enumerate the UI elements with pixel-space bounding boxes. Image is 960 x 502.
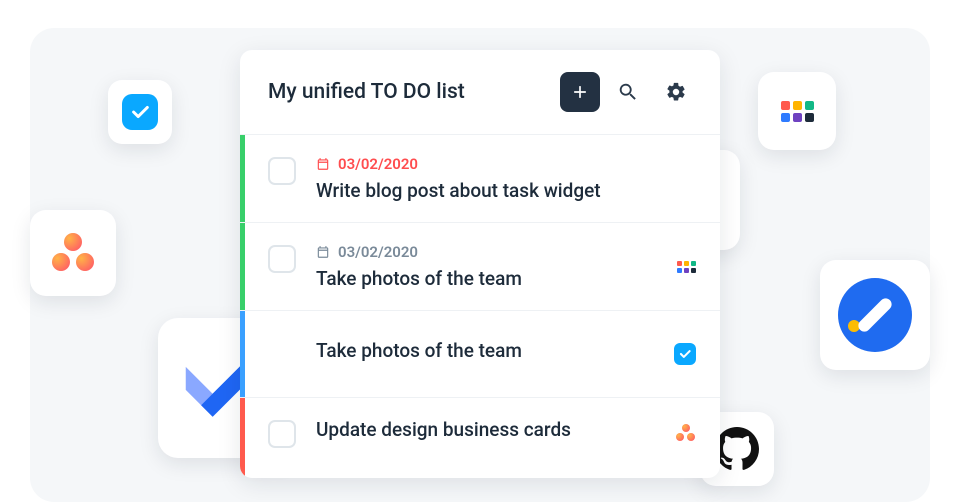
task-checkbox[interactable] [268, 157, 296, 185]
tile-google-tasks [820, 260, 930, 370]
task-row[interactable]: Take photos of the team [240, 311, 720, 398]
calendar-icon [316, 157, 330, 171]
task-title: Take photos of the team [316, 339, 674, 362]
task-row[interactable]: 03/02/2020 Take photos of the team [240, 223, 720, 311]
google-tasks-icon [838, 278, 912, 352]
task-date: 03/02/2020 [338, 155, 418, 173]
task-title: Update design business cards [316, 418, 676, 441]
add-task-button[interactable] [560, 72, 600, 112]
tile-asana [30, 210, 116, 296]
task-content: Update design business cards [316, 418, 676, 441]
tile-apps-grid [758, 72, 836, 150]
task-date: 03/02/2020 [338, 243, 418, 261]
apps-grid-icon [677, 261, 696, 273]
task-title: Write blog post about task widget [316, 179, 696, 202]
asana-icon [676, 424, 696, 442]
task-row[interactable]: Update design business cards [240, 398, 720, 478]
todo-widget: My unified TO DO list 03/02/2020 Write b… [240, 50, 720, 478]
search-icon [617, 81, 639, 103]
priority-bar [240, 135, 245, 222]
settings-button[interactable] [656, 72, 696, 112]
task-content: 03/02/2020 Write blog post about task wi… [316, 155, 696, 202]
plus-icon [570, 82, 590, 102]
task-checkbox[interactable] [268, 245, 296, 273]
task-row[interactable]: 03/02/2020 Write blog post about task wi… [240, 135, 720, 223]
priority-bar [240, 311, 245, 397]
ticktick-icon [674, 343, 696, 365]
calendar-icon [316, 245, 330, 259]
priority-bar [240, 398, 245, 478]
task-list: 03/02/2020 Write blog post about task wi… [240, 135, 720, 478]
asana-icon [52, 233, 94, 273]
task-checkbox[interactable] [268, 420, 296, 448]
widget-title: My unified TO DO list [268, 80, 552, 104]
tile-ticktick [108, 80, 172, 144]
task-title: Take photos of the team [316, 267, 677, 290]
source-badge [674, 343, 696, 365]
task-content: Take photos of the team [316, 339, 674, 362]
widget-header: My unified TO DO list [240, 50, 720, 135]
github-icon [715, 427, 759, 471]
priority-bar [240, 223, 245, 310]
search-button[interactable] [608, 72, 648, 112]
source-badge [676, 424, 696, 442]
task-content: 03/02/2020 Take photos of the team [316, 243, 677, 290]
apps-grid-icon [781, 101, 814, 122]
ticktick-icon [122, 94, 158, 130]
gear-icon [665, 81, 687, 103]
source-badge [677, 261, 696, 273]
